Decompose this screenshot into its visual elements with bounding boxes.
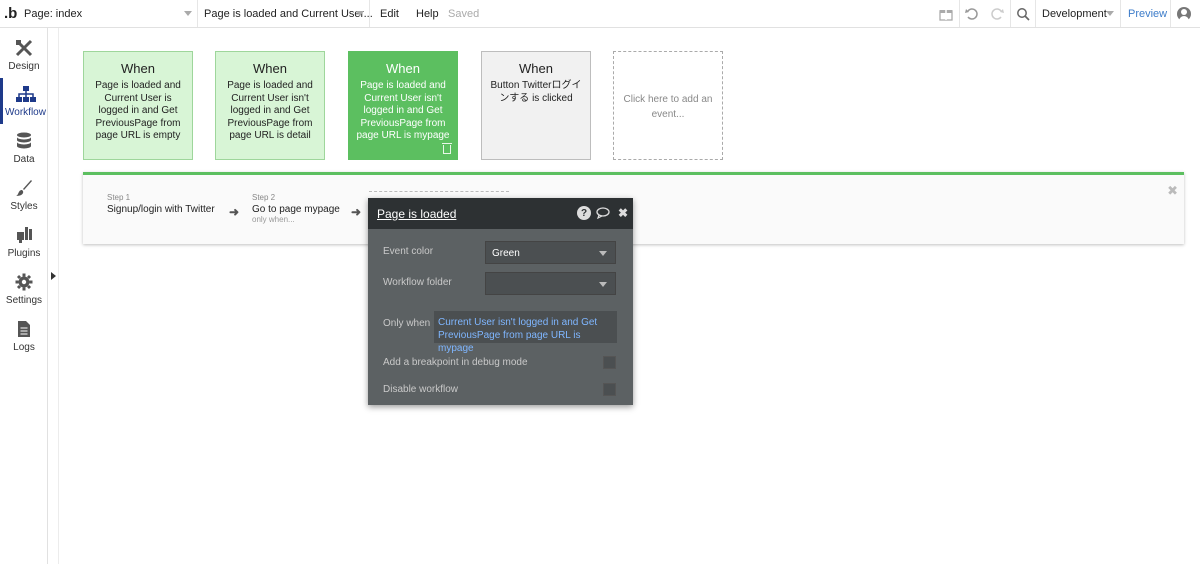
environment-label: Development xyxy=(1042,7,1107,20)
event-card-title: When xyxy=(121,61,155,76)
only-when-label: Only when xyxy=(383,318,431,329)
user-avatar-icon[interactable] xyxy=(1177,7,1191,21)
event-card[interactable]: When Button Twitterログインする is clicked xyxy=(481,51,591,160)
page-selector-label: Page: index xyxy=(24,7,83,20)
sidebar-item-label: Settings xyxy=(5,295,43,306)
editor-title[interactable]: Page is loaded xyxy=(377,207,456,221)
step-name: Signup/login with Twitter xyxy=(107,204,215,215)
help-icon[interactable]: ? xyxy=(577,206,591,220)
event-card[interactable]: When Page is loaded and Current User isn… xyxy=(215,51,325,160)
sidebar-item-design[interactable]: Design xyxy=(0,32,48,78)
sidebar-item-data[interactable]: Data xyxy=(0,125,48,171)
chevron-down-icon xyxy=(356,11,364,16)
sidebar-item-settings[interactable]: Settings xyxy=(0,266,48,312)
event-card-title: When xyxy=(253,61,287,76)
step-number: Step 2 xyxy=(252,193,276,202)
event-card[interactable]: When Page is loaded and Current User is … xyxy=(83,51,193,160)
arrow-right-icon: ➜ xyxy=(351,205,362,219)
sidebar-item-label: Styles xyxy=(10,201,38,212)
undo-icon[interactable] xyxy=(963,5,981,23)
edit-menu[interactable]: Edit xyxy=(380,0,399,27)
divider xyxy=(369,0,370,27)
breakpoint-checkbox[interactable] xyxy=(603,356,616,369)
divider xyxy=(1170,0,1171,27)
database-icon xyxy=(13,131,35,151)
event-card-title: When xyxy=(519,61,553,76)
sidebar-item-label: Workflow xyxy=(5,107,46,118)
event-card-description: Page is loaded and Current User is logge… xyxy=(95,80,181,141)
sidebar-item-label: Design xyxy=(8,61,40,72)
top-bar: .b Page: index Page is loaded and Curren… xyxy=(0,0,1200,28)
saved-status: Saved xyxy=(448,7,480,20)
workflow-steps-panel: Step 1 Signup/login with Twitter ➜ Step … xyxy=(83,172,1184,244)
disable-workflow-checkbox[interactable] xyxy=(603,383,616,396)
step-name: Go to page mypage xyxy=(252,204,340,215)
workflow-icon xyxy=(15,84,37,104)
redo-icon[interactable] xyxy=(988,5,1006,23)
search-icon[interactable] xyxy=(1014,5,1032,23)
bubble-logo[interactable]: .b xyxy=(4,0,20,27)
help-menu[interactable]: Help xyxy=(416,0,439,27)
arrow-right-icon: ➜ xyxy=(229,205,240,219)
preview-link[interactable]: Preview xyxy=(1128,0,1167,27)
document-icon xyxy=(13,319,35,339)
event-color-dropdown[interactable]: Green xyxy=(485,241,616,264)
brush-icon xyxy=(13,178,35,198)
editor-header: Page is loaded ? ✖ xyxy=(368,198,633,229)
event-selector[interactable]: Page is loaded and Current User... xyxy=(204,0,373,27)
add-step-placeholder[interactable] xyxy=(369,191,509,192)
chevron-down-icon xyxy=(599,251,607,256)
page-selector[interactable]: Page: index xyxy=(24,0,196,27)
sidebar-item-label: Plugins xyxy=(7,248,41,259)
plug-icon xyxy=(13,225,35,245)
close-icon[interactable]: ✖ xyxy=(616,206,630,220)
trash-icon[interactable] xyxy=(442,143,452,154)
event-card-title: When xyxy=(386,61,420,76)
event-selector-label: Page is loaded and Current User... xyxy=(204,7,373,20)
chevron-down-icon xyxy=(599,282,607,287)
property-editor: Page is loaded ? ✖ Event color Green Wor… xyxy=(368,198,633,405)
divider xyxy=(1120,0,1121,27)
workflow-step[interactable]: Step 2 Go to page mypage only when... xyxy=(252,193,340,224)
sidebar-item-workflow[interactable]: Workflow xyxy=(0,78,48,124)
event-color-label: Event color xyxy=(383,246,434,257)
environment-selector[interactable]: Development xyxy=(1042,0,1118,27)
only-when-expression[interactable]: Current User isn't logged in and Get Pre… xyxy=(434,311,617,354)
event-card-selected[interactable]: When Page is loaded and Current User isn… xyxy=(348,51,458,160)
divider xyxy=(959,0,960,27)
add-event-label: Click here to add an event... xyxy=(623,94,713,120)
divider xyxy=(1010,0,1011,27)
divider xyxy=(1035,0,1036,27)
sidebar-item-label: Data xyxy=(13,154,35,165)
disable-workflow-label: Disable workflow xyxy=(383,384,459,395)
sidebar-expand-arrow-icon[interactable] xyxy=(51,272,56,280)
comment-icon[interactable] xyxy=(596,206,610,220)
event-color-value: Green xyxy=(492,248,520,259)
event-card-description: Page is loaded and Current User isn't lo… xyxy=(227,80,313,141)
chevron-down-icon xyxy=(184,11,192,16)
sidebar-item-logs[interactable]: Logs xyxy=(0,313,48,359)
sidebar-item-label: Logs xyxy=(13,342,35,353)
workflow-step[interactable]: Step 1 Signup/login with Twitter xyxy=(107,193,215,215)
event-card-description: Page is loaded and Current User isn't lo… xyxy=(356,80,450,141)
divider xyxy=(197,0,198,27)
step-number: Step 1 xyxy=(107,193,131,202)
breakpoint-label: Add a breakpoint in debug mode xyxy=(383,357,528,368)
sidebar-item-styles[interactable]: Styles xyxy=(0,172,48,218)
design-icon xyxy=(13,38,35,58)
add-event-card[interactable]: Click here to add an event... xyxy=(613,51,723,160)
event-card-description: Button Twitterログインする is clicked xyxy=(490,80,582,104)
chevron-down-icon xyxy=(1106,11,1114,16)
workflow-folder-label: Workflow folder xyxy=(383,277,452,288)
sidebar-item-plugins[interactable]: Plugins xyxy=(0,219,48,265)
step-condition: only when... xyxy=(252,215,295,224)
canvas-border xyxy=(58,28,59,564)
gift-icon[interactable] xyxy=(937,5,955,23)
left-sidebar: Design Workflow Data Styles Plugins Sett… xyxy=(0,28,48,564)
close-icon[interactable]: ✖ xyxy=(1167,183,1178,199)
gear-icon xyxy=(13,272,35,292)
workflow-folder-dropdown[interactable] xyxy=(485,272,616,295)
